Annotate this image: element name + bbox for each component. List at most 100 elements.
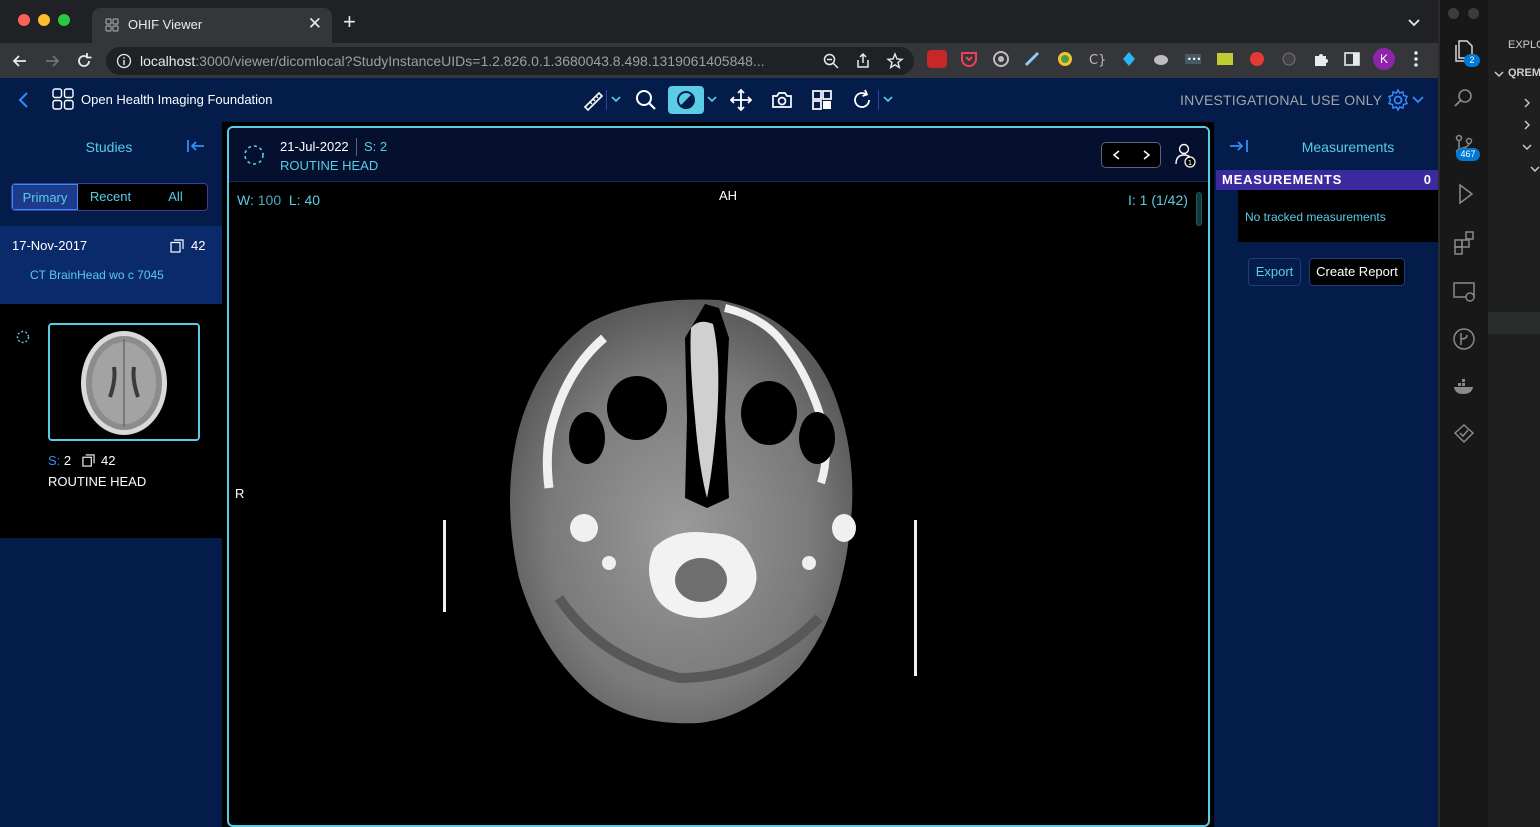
- series-number: S: 2: [48, 453, 72, 468]
- profile-avatar[interactable]: K: [1373, 48, 1395, 70]
- viewport-series-number: S: 2: [364, 139, 388, 154]
- svg-text:•••: •••: [1187, 55, 1201, 64]
- collapse-right-panel-icon[interactable]: [1228, 138, 1250, 154]
- folder-expand-chevron-icon[interactable]: [1494, 69, 1504, 79]
- docker-icon[interactable]: [1451, 374, 1477, 400]
- measurements-count: 0: [1423, 172, 1431, 187]
- remote-explorer-icon[interactable]: [1451, 278, 1477, 304]
- extension-10-icon[interactable]: [1215, 50, 1235, 68]
- new-tab-icon[interactable]: +: [343, 11, 356, 33]
- study-date: 17-Nov-2017: [12, 238, 88, 253]
- bookmark-star-icon[interactable]: [886, 52, 904, 70]
- study-filter-tabs: Primary Recent All: [11, 183, 208, 211]
- measure-dropdown-chevron-icon[interactable]: [611, 94, 621, 104]
- settings-chevron-icon[interactable]: [1412, 95, 1424, 105]
- back-arrow-icon[interactable]: [10, 51, 30, 71]
- study-item[interactable]: 17-Nov-2017 42 CT BrainHead wo c 7045: [0, 226, 222, 304]
- back-chevron-icon[interactable]: [14, 90, 34, 110]
- toolbar-divider: [606, 90, 607, 110]
- browser-tabbar: OHIF Viewer ✕ +: [0, 0, 1438, 43]
- measurements-section-header[interactable]: MEASUREMENTS 0: [1216, 170, 1438, 190]
- settings-gear-icon[interactable]: [1386, 88, 1410, 112]
- tab-primary[interactable]: Primary: [12, 184, 78, 210]
- explorer-selected-row[interactable]: [1488, 312, 1540, 334]
- maximize-window-button[interactable]: [58, 14, 70, 26]
- testing-icon[interactable]: [1451, 422, 1477, 448]
- viewport-scrollbar[interactable]: [1196, 192, 1202, 226]
- extension-6-icon[interactable]: C}: [1087, 50, 1107, 68]
- tab-close-icon[interactable]: ✕: [308, 14, 322, 34]
- forward-arrow-icon[interactable]: [42, 51, 62, 71]
- zoom-page-icon[interactable]: [822, 52, 840, 70]
- tree-expanded-chevron-icon[interactable]: [1530, 164, 1540, 174]
- workspace-folder-label[interactable]: QREM: [1508, 67, 1540, 79]
- extension-8-icon[interactable]: [1151, 50, 1171, 68]
- share-icon[interactable]: [854, 52, 872, 70]
- window-level-dropdown-chevron-icon[interactable]: [707, 94, 717, 104]
- site-info-icon[interactable]: [116, 53, 132, 69]
- tab-favicon-icon: [105, 18, 119, 32]
- side-panel-icon[interactable]: [1342, 50, 1362, 68]
- tab-title: OHIF Viewer: [128, 17, 203, 32]
- reload-icon[interactable]: [74, 51, 94, 71]
- studies-panel-empty-area: [0, 538, 222, 827]
- color-picker-icon[interactable]: [1055, 50, 1075, 68]
- studies-panel: Studies Primary Recent All 17-Nov-2017 4…: [0, 122, 222, 827]
- search-icon[interactable]: [1451, 85, 1477, 111]
- create-report-button[interactable]: Create Report: [1309, 258, 1405, 286]
- extension-7-icon[interactable]: [1119, 50, 1139, 68]
- viewport-nav-group: [1101, 142, 1161, 168]
- extension-12-icon[interactable]: [1279, 50, 1299, 68]
- extension-3-icon[interactable]: [991, 50, 1011, 68]
- tree-collapsed-chevron-icon[interactable]: [1522, 98, 1532, 108]
- vscode-close-button[interactable]: [1448, 8, 1459, 19]
- minimize-window-button[interactable]: [38, 14, 50, 26]
- browser-tab[interactable]: OHIF Viewer ✕: [92, 8, 332, 43]
- measurements-panel: Measurements MEASUREMENTS 0 No tracked m…: [1214, 122, 1438, 827]
- patient-info-icon[interactable]: 1: [1173, 140, 1197, 170]
- tab-all[interactable]: All: [143, 184, 207, 210]
- tree-collapsed-chevron-icon[interactable]: [1522, 120, 1532, 130]
- instances-stack-icon: [170, 239, 184, 253]
- run-debug-icon[interactable]: [1451, 181, 1477, 207]
- browser-menu-icon[interactable]: [1410, 49, 1422, 69]
- vscode-minimize-button[interactable]: [1468, 8, 1479, 19]
- pen-extension-icon[interactable]: [1023, 50, 1043, 68]
- measure-ruler-icon[interactable]: [578, 86, 606, 114]
- extension-9-icon[interactable]: •••: [1183, 50, 1203, 68]
- pan-icon[interactable]: [727, 86, 755, 114]
- window-level-tool-button[interactable]: [668, 86, 704, 114]
- browser-window: OHIF Viewer ✕ + localhost:3000/viewer/di…: [0, 0, 1438, 827]
- layout-icon[interactable]: [808, 86, 836, 114]
- brain-thumbnail-image: [50, 325, 198, 439]
- series-thumbnail[interactable]: [48, 323, 200, 441]
- url-text[interactable]: localhost:3000/viewer/dicomlocal?StudyIn…: [140, 53, 820, 69]
- git-graph-icon[interactable]: [1451, 326, 1477, 352]
- next-series-chevron-icon[interactable]: [1132, 143, 1161, 167]
- toolbar-divider: [878, 90, 879, 110]
- rotate-icon[interactable]: [848, 86, 876, 114]
- tab-recent[interactable]: Recent: [78, 184, 143, 210]
- previous-series-chevron-icon[interactable]: [1102, 143, 1131, 167]
- extensions-puzzle-icon[interactable]: [1311, 50, 1331, 68]
- rotate-dropdown-chevron-icon[interactable]: [883, 94, 893, 104]
- extension-1-icon[interactable]: [927, 50, 947, 68]
- capture-icon[interactable]: [768, 86, 796, 114]
- zoom-icon[interactable]: [632, 86, 660, 114]
- study-description: CT BrainHead wo c 7045: [30, 268, 164, 282]
- series-description: ROUTINE HEAD: [48, 474, 147, 489]
- tree-expanded-chevron-icon[interactable]: [1522, 142, 1532, 152]
- extensions-icon[interactable]: [1451, 229, 1477, 255]
- export-button[interactable]: Export: [1248, 258, 1301, 286]
- address-bar[interactable]: localhost:3000/viewer/dicomlocal?StudyIn…: [106, 47, 914, 75]
- viewport[interactable]: 21-Jul-2022 S: 2 ROUTINE HEAD 1 W: 100 L…: [227, 126, 1210, 827]
- close-window-button[interactable]: [18, 14, 30, 26]
- collapse-left-panel-icon[interactable]: [186, 138, 206, 154]
- extension-11-icon[interactable]: [1247, 50, 1267, 68]
- vscode-activity-bar: 2 467: [1440, 0, 1499, 827]
- instance-overlay: I: 1 (1/42): [1128, 192, 1188, 208]
- tab-list-chevron-icon[interactable]: [1406, 14, 1422, 30]
- pocket-icon[interactable]: [959, 50, 979, 68]
- window-level-overlay: W: 100 L: 40: [237, 192, 321, 208]
- left-scale-marker: [443, 520, 446, 612]
